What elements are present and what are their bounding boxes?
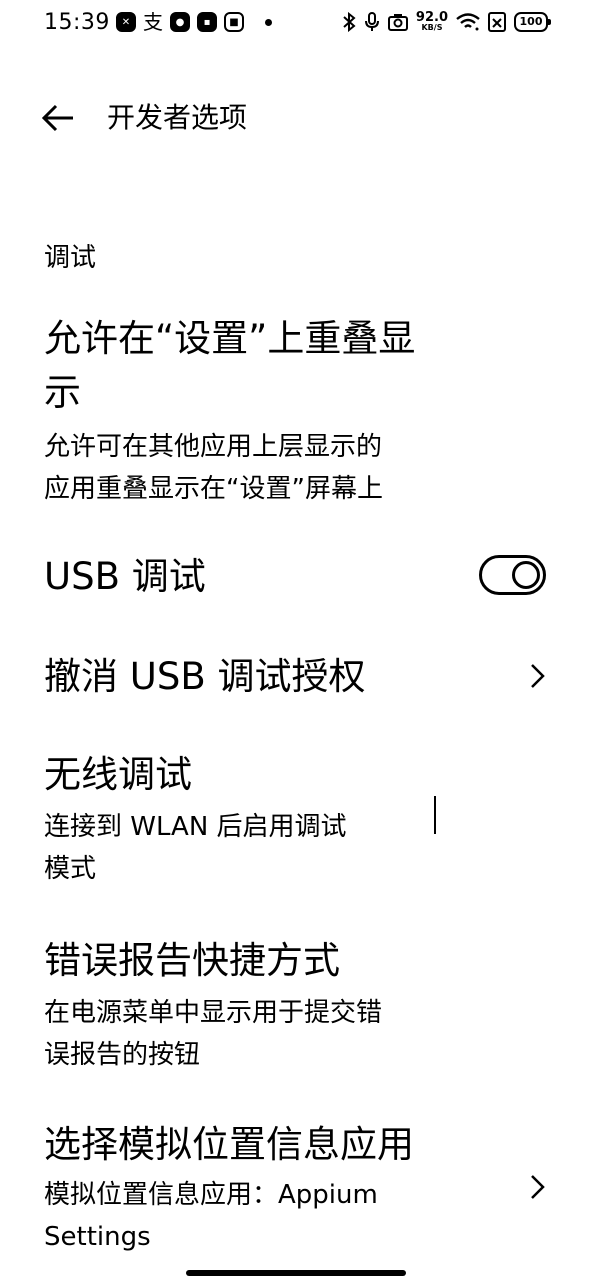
item-title: 撤消 USB 调试授权	[44, 655, 366, 698]
notification-icons: ✕ 支 ● ▪ ■	[116, 12, 272, 32]
network-speed: 92.0 KB/S	[415, 10, 448, 32]
status-bar: 15:39 ✕ 支 ● ▪ ■ 92.0 KB/S 100	[0, 0, 590, 52]
wifi-icon	[456, 12, 480, 30]
microphone-icon	[364, 11, 379, 31]
settings-item-allow-overlay[interactable]: 允许在“设置”上重叠显 示 允许可在其他应用上层显示的 应用重叠显示在“设置”屏…	[44, 312, 434, 510]
back-arrow-icon[interactable]	[40, 100, 76, 136]
item-subtitle: 允许可在其他应用上层显示的	[44, 432, 383, 462]
item-title: 错误报告快捷方式	[44, 939, 340, 982]
item-subtitle: 误报告的按钮	[44, 1040, 201, 1070]
item-subtitle: 应用重叠显示在“设置”屏幕上	[44, 474, 383, 504]
status-time: 15:39	[44, 10, 110, 35]
app-icon: ▪	[197, 12, 217, 32]
bluetooth-icon	[343, 11, 356, 32]
app-icon: ■	[224, 12, 244, 32]
usb-debugging-toggle[interactable]	[479, 555, 546, 595]
camera-icon	[387, 13, 408, 31]
chevron-right-icon	[531, 664, 545, 688]
item-title: 示	[44, 371, 81, 414]
battery-icon: 100	[514, 11, 551, 32]
app-icon: ✕	[116, 12, 136, 32]
sim-off-icon	[488, 11, 506, 32]
item-title: USB 调试	[44, 555, 206, 598]
app-icon: ●	[170, 12, 190, 32]
chevron-right-icon	[531, 1175, 545, 1199]
item-subtitle: 连接到 WLAN 后启用调试	[44, 812, 347, 842]
toggle-knob	[512, 561, 540, 589]
more-notifications-dot	[265, 18, 272, 26]
item-subtitle: 在电源菜单中显示用于提交错	[44, 998, 383, 1028]
item-title: 选择模拟位置信息应用	[44, 1123, 414, 1166]
system-icons: 92.0 KB/S 100	[342, 10, 551, 32]
vertical-divider	[434, 796, 436, 834]
item-subtitle: 模式	[44, 854, 97, 884]
section-header-debugging: 调试	[44, 243, 97, 273]
item-subtitle: Settings	[44, 1222, 151, 1252]
settings-item-revoke-usb-auth[interactable]: 撤消 USB 调试授权	[44, 650, 434, 704]
home-indicator[interactable]	[186, 1270, 406, 1276]
item-title: 无线调试	[44, 753, 192, 796]
item-subtitle: 模拟位置信息应用：Appium	[44, 1180, 378, 1210]
item-title: 允许在“设置”上重叠显	[44, 317, 416, 360]
settings-item-usb-debugging[interactable]: USB 调试	[44, 550, 434, 604]
page-title: 开发者选项	[107, 101, 248, 134]
settings-item-mock-location-app[interactable]: 选择模拟位置信息应用 模拟位置信息应用：Appium Settings	[44, 1118, 434, 1258]
alipay-icon: 支	[143, 10, 163, 34]
settings-item-wireless-debugging[interactable]: 无线调试 连接到 WLAN 后启用调试 模式	[44, 748, 434, 890]
settings-item-bug-report-shortcut[interactable]: 错误报告快捷方式 在电源菜单中显示用于提交错 误报告的按钮	[44, 934, 434, 1076]
